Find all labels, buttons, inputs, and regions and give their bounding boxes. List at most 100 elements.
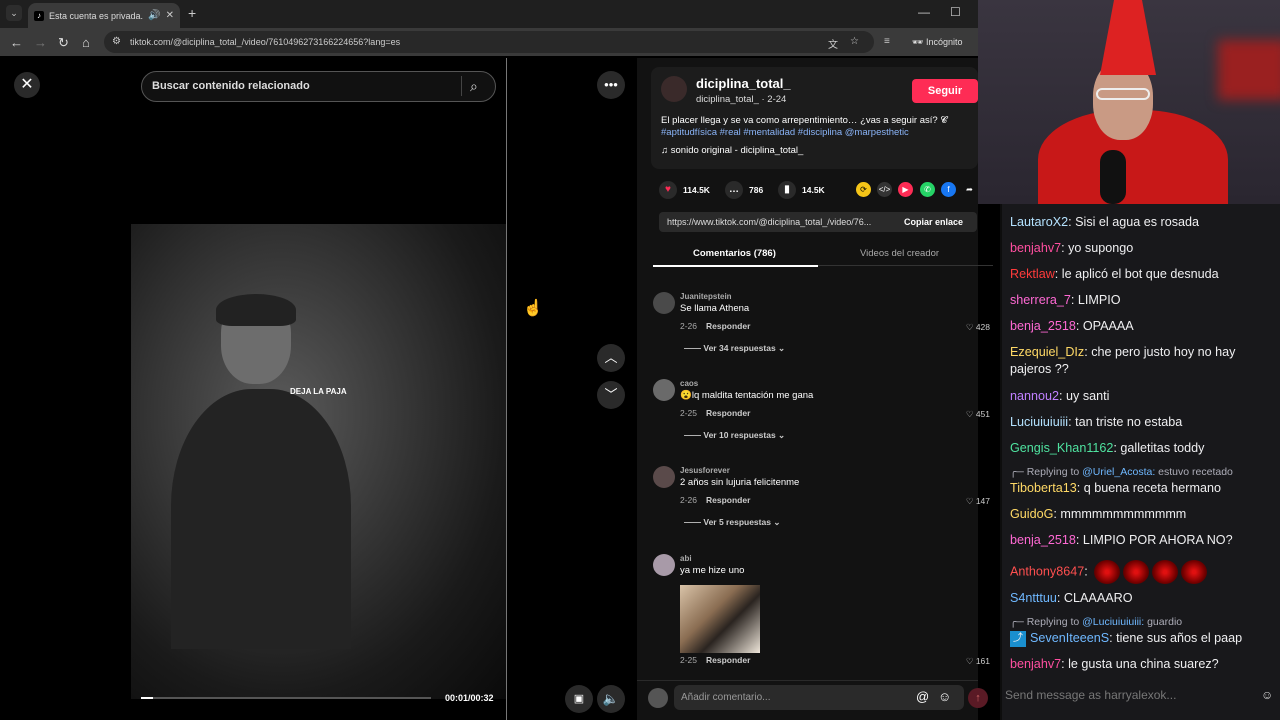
save-stat[interactable]: ▮ 14.5K: [778, 181, 825, 199]
bookmark-star-icon[interactable]: ☆: [850, 36, 859, 47]
emoji-icon[interactable]: ☺: [938, 689, 951, 704]
more-icon[interactable]: •••: [597, 71, 625, 99]
hashtags[interactable]: #aptitudfísica #real #mentalidad #discip…: [661, 127, 909, 138]
incognito-badge[interactable]: 🕶 Incógnito: [912, 37, 962, 48]
creator-avatar[interactable]: [661, 76, 687, 102]
comment-avatar[interactable]: [653, 466, 675, 488]
chat-user[interactable]: LautaroX2: [1010, 215, 1068, 229]
view-replies-button[interactable]: —— Ver 5 respuestas ⌄: [684, 517, 780, 528]
comment-likes[interactable]: ♡ 451: [966, 409, 990, 420]
volume-icon[interactable]: 🔈: [597, 685, 625, 713]
comment-user[interactable]: caos: [680, 379, 698, 388]
chat-user[interactable]: Luciuiuiuiii: [1010, 415, 1068, 429]
comment-date: 2-26: [680, 495, 698, 505]
tab-creator-videos[interactable]: Videos del creador: [860, 248, 939, 259]
chat-user[interactable]: GuidoG: [1010, 507, 1053, 521]
facebook-icon[interactable]: f: [941, 182, 956, 197]
comment-likes[interactable]: ♡ 161: [966, 656, 990, 667]
chat-text: Sisi el agua es rosada: [1075, 215, 1200, 229]
chevron-up-icon[interactable]: ︿: [597, 344, 625, 372]
minimize-button[interactable]: —: [918, 5, 930, 19]
like-stat[interactable]: ♥ 114.5K: [659, 181, 710, 199]
music-row[interactable]: ♫ sonido original - diciplina_total_: [661, 145, 803, 156]
forward-icon[interactable]: →: [34, 35, 47, 50]
close-icon[interactable]: ✕: [14, 72, 40, 98]
chat-message: benja_2518: OPAAAA: [1010, 319, 1134, 333]
search-divider: [461, 76, 462, 96]
chat-reply-context[interactable]: ╭─ Replying to @Uriel_Acosta: estuvo rec…: [1010, 466, 1233, 478]
chat-user[interactable]: S4ntttuu: [1010, 591, 1057, 605]
url-text[interactable]: tiktok.com/@diciplina_total_/video/76104…: [130, 37, 400, 47]
send-friends-icon[interactable]: ▶: [898, 182, 913, 197]
chat-reply-context[interactable]: ╭─ Replying to @Luciuiuiuiii: guardio: [1010, 616, 1182, 628]
chat-user[interactable]: Ezequiel_DIz: [1010, 345, 1084, 359]
chat-user[interactable]: benja_2518: [1010, 533, 1076, 547]
chat-user[interactable]: SevenIteeenS: [1030, 631, 1109, 645]
chevron-down-icon[interactable]: ﹀: [597, 381, 625, 409]
video-player[interactable]: [131, 224, 506, 699]
comment-avatar[interactable]: [653, 292, 675, 314]
site-info-icon[interactable]: ⚙: [112, 36, 121, 47]
chat-user[interactable]: nannou2: [1010, 389, 1059, 403]
chat-message: LautaroX2: Sisi el agua es rosada: [1010, 215, 1200, 229]
chat-text: uy santi: [1066, 389, 1110, 403]
tab-list-button[interactable]: ⌄: [6, 5, 22, 21]
chat-user[interactable]: Anthony8647: [1010, 564, 1084, 578]
copy-link-button[interactable]: Copiar enlace: [904, 217, 963, 227]
comment-count: 786: [749, 185, 764, 195]
comment-date: 2-25: [680, 408, 698, 418]
browser-tab[interactable]: ♪ Esta cuenta es privada. Sig 🔊 ✕: [28, 3, 180, 28]
maximize-button[interactable]: ☐: [950, 5, 961, 19]
comment-likes[interactable]: ♡ 147: [966, 496, 990, 507]
tab-comments[interactable]: Comentarios (786): [693, 248, 776, 259]
chat-user[interactable]: sherrera_7: [1010, 293, 1071, 307]
comment-stat[interactable]: … 786: [725, 181, 763, 199]
reply-button[interactable]: Responder: [706, 495, 750, 505]
comment-likes[interactable]: ♡ 428: [966, 322, 990, 333]
view-replies-button[interactable]: —— Ver 34 respuestas ⌄: [684, 343, 785, 354]
back-icon[interactable]: ←: [10, 35, 23, 50]
comment-user[interactable]: Juanitepstein: [680, 292, 732, 301]
chat-emoji-icon[interactable]: ☺: [1261, 688, 1273, 702]
tab-audio-icon[interactable]: 🔊: [148, 10, 160, 21]
creator-name[interactable]: diciplina_total_: [696, 76, 791, 91]
share-icon[interactable]: ➦: [962, 182, 977, 197]
reply-user: @Luciuiuiuiii:: [1082, 616, 1145, 628]
search-icon[interactable]: ⌕: [470, 78, 478, 95]
tab-close-icon[interactable]: ✕: [166, 10, 174, 21]
reply-button[interactable]: Responder: [706, 321, 750, 331]
chat-emote: [1123, 560, 1150, 584]
chat-user[interactable]: benjahv7: [1010, 657, 1061, 671]
comment-avatar[interactable]: [653, 554, 675, 576]
comment-avatar[interactable]: [653, 379, 675, 401]
comment-user[interactable]: Jesusforever: [680, 466, 730, 475]
reading-list-icon[interactable]: ≡: [884, 36, 890, 47]
embed-icon[interactable]: </>: [877, 182, 892, 197]
chat-input-placeholder: Send message as harryalexok...: [1005, 688, 1177, 702]
mention-icon[interactable]: @: [916, 689, 929, 704]
creator-sub: diciplina_total_ · 2-24: [696, 94, 787, 105]
comment-image[interactable]: [680, 585, 760, 653]
repost-icon[interactable]: ⟳: [856, 182, 871, 197]
comment-user[interactable]: abi: [680, 554, 692, 563]
pip-icon[interactable]: ▣: [565, 685, 593, 713]
home-icon[interactable]: ⌂: [82, 35, 90, 50]
translate-icon[interactable]: 文: [828, 36, 838, 51]
send-icon[interactable]: ↑: [968, 688, 988, 708]
chat-text: mmmmmmmmmmmm: [1060, 507, 1187, 521]
chat-user[interactable]: benja_2518: [1010, 319, 1076, 333]
reload-icon[interactable]: ↻: [58, 35, 69, 51]
video-progress-bar[interactable]: [141, 697, 431, 699]
chat-user[interactable]: benjahv7: [1010, 241, 1061, 255]
whatsapp-icon[interactable]: ✆: [920, 182, 935, 197]
view-replies-button[interactable]: —— Ver 10 respuestas ⌄: [684, 430, 785, 441]
new-tab-button[interactable]: +: [188, 5, 196, 21]
link-text[interactable]: https://www.tiktok.com/@diciplina_total_…: [667, 217, 871, 227]
reply-button[interactable]: Responder: [706, 655, 750, 665]
chat-user[interactable]: Tiboberta13: [1010, 481, 1077, 495]
chat-user[interactable]: Gengis_Khan1162: [1010, 441, 1113, 455]
follow-button[interactable]: Seguir: [912, 79, 978, 103]
chat-user[interactable]: Rektlaw: [1010, 267, 1055, 281]
video-description: El placer llega y se va como arrepentimi…: [661, 115, 961, 139]
reply-button[interactable]: Responder: [706, 408, 750, 418]
